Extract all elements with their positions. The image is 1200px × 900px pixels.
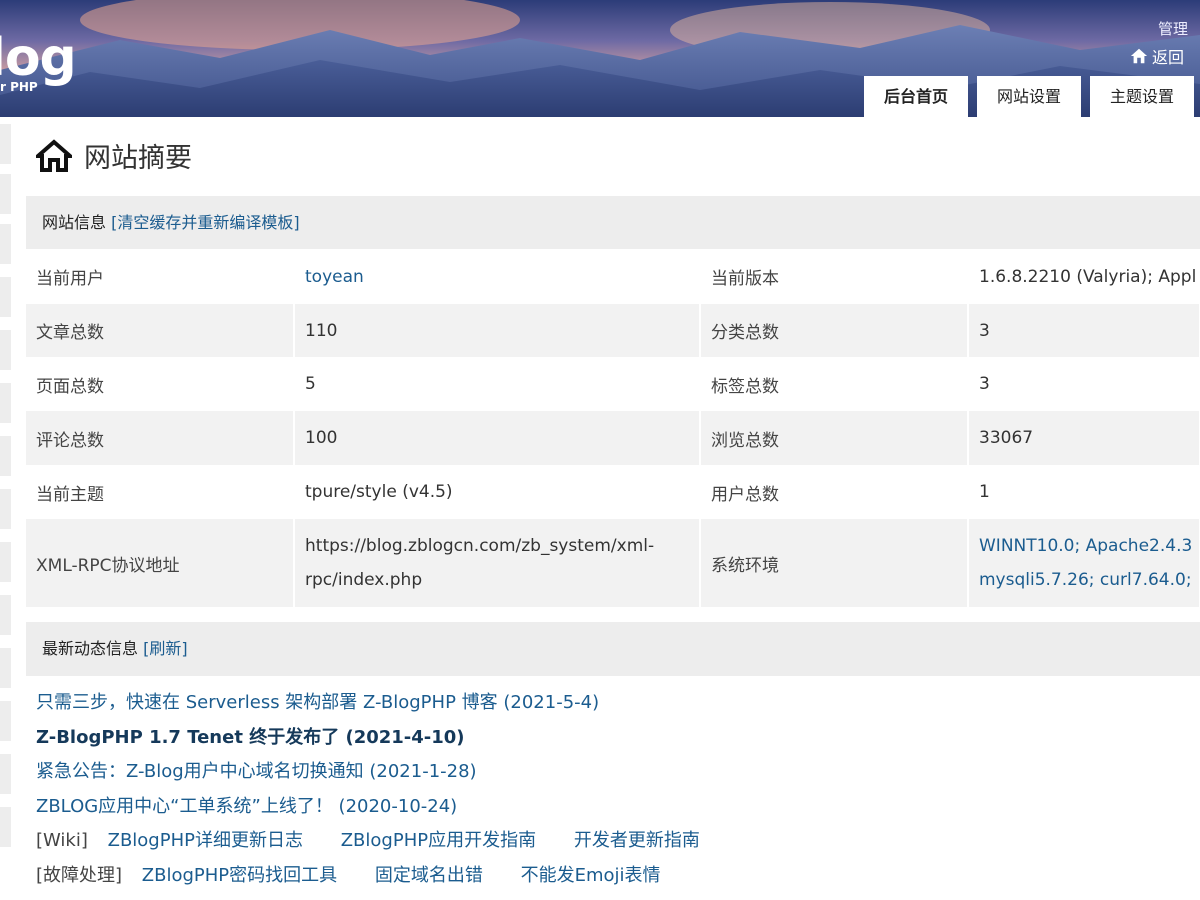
label-system-env: 系统环境 <box>700 519 969 607</box>
refresh-link[interactable]: [刷新] <box>143 639 188 658</box>
wiki-tag: [Wiki] <box>36 830 88 851</box>
tab-site-settings[interactable]: 网站设置 <box>977 76 1082 117</box>
current-user-link[interactable]: toyean <box>305 267 364 287</box>
top-tabs: 后台首页 网站设置 主题设置 <box>864 76 1195 117</box>
news-list: 只需三步，快速在 Serverless 架构部署 Z-BlogPHP 博客 (2… <box>36 686 1196 893</box>
sidebar-item[interactable] <box>0 436 11 476</box>
faq-link-domain-error[interactable]: 固定域名出错 <box>375 865 483 886</box>
back-link-label: 返回 <box>1152 48 1185 67</box>
table-row: 当前主题 tpure/style (v4.5) 用户总数 1 <box>26 465 1200 519</box>
site-info-heading: 网站信息 <box>42 213 107 232</box>
table-row: 当前用户 toyean 当前版本 1.6.8.2210 (Valyria); A… <box>26 249 1200 304</box>
tab-theme-settings[interactable]: 主题设置 <box>1090 76 1195 117</box>
sidebar-item[interactable] <box>0 648 11 688</box>
xmlrpc-value: https://blog.zblogcn.com/zb_system/xml- … <box>294 519 701 607</box>
label-user-count: 用户总数 <box>700 465 969 519</box>
view-count-value: 33067 <box>968 411 1200 465</box>
sidebar-item[interactable] <box>0 330 11 370</box>
tag-count-value: 3 <box>968 357 1200 411</box>
table-row: 评论总数 100 浏览总数 33067 <box>26 411 1200 465</box>
sidebar-strip <box>0 117 14 900</box>
system-env-line2[interactable]: mysqli5.7.26; curl7.64.0; <box>979 563 1192 597</box>
sidebar-item[interactable] <box>0 754 11 794</box>
faq-link-password-tool[interactable]: ZBlogPHP密码找回工具 <box>142 865 337 886</box>
news-item[interactable]: 只需三步，快速在 Serverless 架构部署 Z-BlogPHP 博客 (2… <box>36 686 1196 721</box>
page-count-value: 5 <box>294 357 701 411</box>
comment-count-value: 100 <box>294 411 701 465</box>
site-logo[interactable]: log <box>0 32 77 84</box>
site-info-header: 网站信息 [清空缓存并重新编译模板] <box>26 196 1200 250</box>
sidebar-item[interactable] <box>0 489 11 529</box>
current-theme-value: tpure/style (v4.5) <box>294 465 701 519</box>
label-article-count: 文章总数 <box>26 304 295 357</box>
home-icon <box>36 138 72 172</box>
faq-tag: [故障处理] <box>36 864 123 886</box>
current-version-value: 1.6.8.2210 (Valyria); Appl <box>968 249 1200 304</box>
label-page-count: 页面总数 <box>26 357 295 411</box>
label-view-count: 浏览总数 <box>700 411 969 465</box>
sidebar-item[interactable] <box>0 174 11 214</box>
sidebar-item[interactable] <box>0 595 11 635</box>
label-xmlrpc: XML-RPC协议地址 <box>26 519 295 607</box>
tab-dashboard[interactable]: 后台首页 <box>864 76 969 117</box>
sidebar-item[interactable] <box>0 542 11 582</box>
faq-row: [故障处理] ZBlogPHP密码找回工具 固定域名出错 不能发Emoji表情 <box>36 859 1196 894</box>
label-current-user: 当前用户 <box>26 249 295 304</box>
wiki-link-changelog[interactable]: ZBlogPHP详细更新日志 <box>108 830 303 851</box>
back-link[interactable]: 返回 <box>1130 44 1184 68</box>
page-title: 网站摘要 <box>36 136 192 175</box>
wiki-row: [Wiki] ZBlogPHP详细更新日志 ZBlogPHP应用开发指南 开发者… <box>36 824 1196 859</box>
label-tag-count: 标签总数 <box>700 357 969 411</box>
sidebar-item[interactable] <box>0 277 11 317</box>
clear-cache-link[interactable]: [清空缓存并重新编译模板] <box>111 213 300 232</box>
sidebar-item[interactable] <box>0 383 11 423</box>
site-logo-subtitle: r PHP <box>0 80 38 94</box>
site-info-table: 当前用户 toyean 当前版本 1.6.8.2210 (Valyria); A… <box>26 249 1200 607</box>
label-comment-count: 评论总数 <box>26 411 295 465</box>
news-heading: 最新动态信息 <box>42 639 139 658</box>
user-count-value: 1 <box>968 465 1200 519</box>
table-row: XML-RPC协议地址 https://blog.zblogcn.com/zb_… <box>26 519 1200 607</box>
label-category-count: 分类总数 <box>700 304 969 357</box>
system-env-value: WINNT10.0; Apache2.4.3 mysqli5.7.26; cur… <box>968 519 1200 607</box>
sidebar-item[interactable] <box>0 701 11 741</box>
sidebar-item[interactable] <box>0 807 11 847</box>
xmlrpc-url-line1: https://blog.zblogcn.com/zb_system/xml- <box>305 536 655 556</box>
sidebar-item[interactable] <box>0 124 11 164</box>
header-banner: log r PHP 管理 返回 后台首页 网站设置 主题设置 <box>0 0 1200 117</box>
news-item[interactable]: ZBLOG应用中心“工单系统”上线了！ (2020-10-24) <box>36 790 1196 825</box>
news-item[interactable]: 紧急公告：Z-Blog用户中心域名切换通知 (2021-1-28) <box>36 755 1196 790</box>
home-icon <box>1130 48 1148 64</box>
page-title-text: 网站摘要 <box>84 143 192 174</box>
admin-label[interactable]: 管理 <box>1158 18 1188 39</box>
xmlrpc-url-line2: rpc/index.php <box>305 570 423 590</box>
table-row: 文章总数 110 分类总数 3 <box>26 304 1200 357</box>
label-current-theme: 当前主题 <box>26 465 295 519</box>
wiki-link-dev-guide[interactable]: ZBlogPHP应用开发指南 <box>341 830 536 851</box>
faq-link-emoji[interactable]: 不能发Emoji表情 <box>521 865 661 886</box>
wiki-link-update-guide[interactable]: 开发者更新指南 <box>574 830 700 851</box>
label-current-version: 当前版本 <box>700 249 969 304</box>
news-header: 最新动态信息 [刷新] <box>26 622 1200 676</box>
sidebar-item[interactable] <box>0 224 11 264</box>
news-item[interactable]: Z-BlogPHP 1.7 Tenet 终于发布了 (2021-4-10) <box>36 721 1196 756</box>
table-row: 页面总数 5 标签总数 3 <box>26 357 1200 411</box>
article-count-value: 110 <box>294 304 701 357</box>
category-count-value: 3 <box>968 304 1200 357</box>
system-env-line1[interactable]: WINNT10.0; Apache2.4.3 <box>979 529 1192 563</box>
